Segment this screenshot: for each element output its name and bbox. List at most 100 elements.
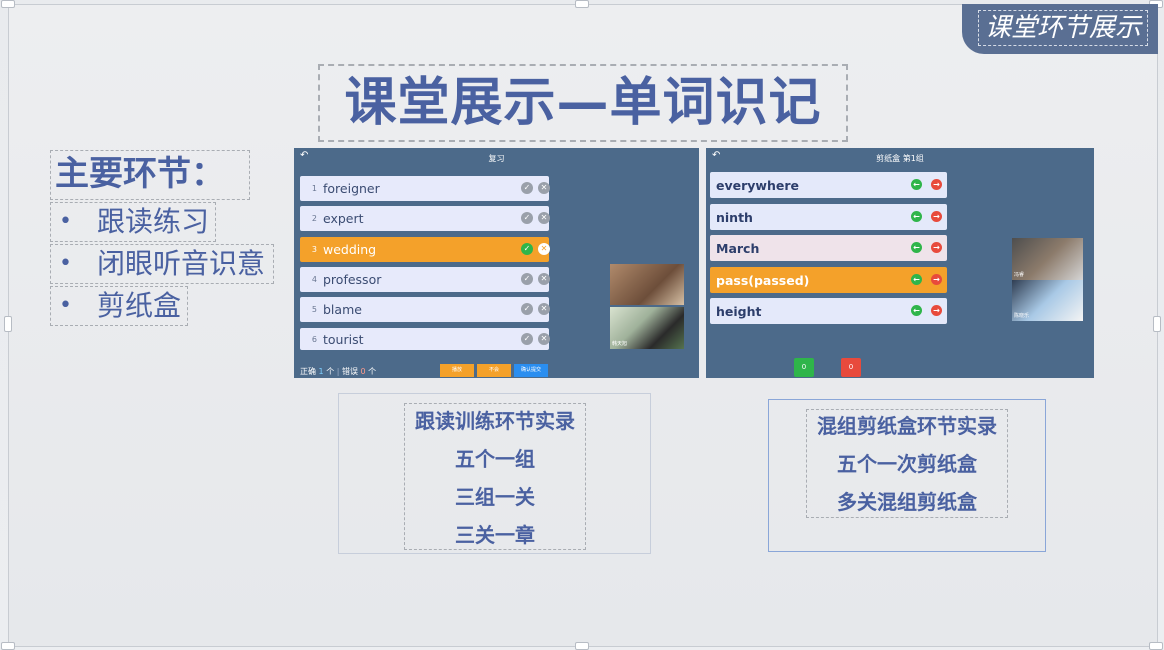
arrow-right-icon[interactable]: → — [931, 274, 942, 285]
arrow-right-icon[interactable]: → — [931, 242, 942, 253]
resize-handle-right[interactable] — [1153, 316, 1161, 332]
review-screenshot[interactable]: ↶ 复习 1 foreigner ✓ ✕ 2 expert ✓ ✕ 3 wedd… — [294, 148, 699, 378]
caption-line: 三关一章 — [455, 523, 535, 547]
bullet-text: 闭眼听音识意 — [97, 247, 266, 280]
resize-handle-bottom-right[interactable] — [1149, 642, 1163, 650]
section-tab-label[interactable]: 课堂环节展示 — [977, 10, 1148, 46]
bullet-item[interactable]: • 剪纸盒 — [50, 286, 188, 326]
row-word: professor — [323, 272, 382, 287]
green-counter[interactable]: 0 — [794, 358, 814, 377]
video-tile: 冯睿 — [1012, 238, 1083, 280]
word-row[interactable]: 4 professor ✓ ✕ — [300, 267, 550, 292]
close-icon[interactable]: ✕ — [538, 303, 550, 315]
caption-line: 五个一次剪纸盒 — [837, 452, 977, 476]
row-word: wedding — [323, 242, 377, 257]
check-icon[interactable]: ✓ — [521, 182, 533, 194]
bullet-dot: • — [59, 251, 72, 276]
main-heading[interactable]: 主要环节： — [50, 150, 250, 200]
resize-handle-top-left[interactable] — [1, 0, 15, 8]
word-row[interactable]: ninth ← → — [710, 204, 947, 230]
bullet-item[interactable]: • 闭眼听音识意 — [50, 244, 274, 284]
bullet-text: 剪纸盒 — [97, 289, 182, 322]
arrow-left-icon[interactable]: ← — [911, 242, 922, 253]
check-icon[interactable]: ✓ — [521, 303, 533, 315]
section-tab: 课堂环节展示 — [962, 4, 1158, 54]
caption-line: 五个一组 — [455, 447, 535, 471]
row-number: 1 — [311, 184, 317, 193]
row-number: 4 — [311, 275, 317, 284]
word-row[interactable]: 1 foreigner ✓ ✕ — [300, 176, 550, 201]
close-icon[interactable]: ✕ — [538, 273, 550, 285]
row-word: March — [716, 240, 760, 256]
video-name: 冯睿 — [1014, 272, 1025, 278]
row-number: 3 — [311, 245, 317, 254]
video-tile: 韩天旭 — [610, 307, 684, 349]
word-row[interactable]: height ← → — [710, 298, 947, 324]
row-word: blame — [323, 302, 362, 317]
red-counter[interactable]: 0 — [841, 358, 861, 377]
check-icon[interactable]: ✓ — [521, 243, 533, 255]
arrow-right-icon[interactable]: → — [931, 211, 942, 222]
paper-box-screenshot[interactable]: ↶ 剪纸盒 第1组 everywhere ← → ninth ← → March… — [706, 148, 1094, 378]
word-row[interactable]: 5 blame ✓ ✕ — [300, 297, 550, 322]
word-row-selected[interactable]: 3 wedding ✓ ✕ — [300, 237, 550, 262]
check-icon[interactable]: ✓ — [521, 212, 533, 224]
submit-button[interactable]: 确认提交 — [514, 364, 548, 377]
resize-handle-left[interactable] — [4, 316, 12, 332]
row-word: height — [716, 303, 762, 319]
caption-line: 三组一关 — [455, 485, 535, 509]
wrong-count: 0 — [360, 367, 366, 376]
unknown-button[interactable]: 不会 — [477, 364, 511, 377]
word-row-selected[interactable]: pass(passed) ← → — [710, 267, 947, 293]
bullet-text: 跟读练习 — [97, 205, 210, 238]
review-title: 复习 — [488, 154, 505, 163]
row-word: ninth — [716, 209, 753, 225]
close-icon[interactable]: ✕ — [538, 333, 550, 345]
video-tile: 陈晓乐 — [1012, 280, 1083, 321]
video-tile — [610, 264, 684, 305]
check-icon[interactable]: ✓ — [521, 333, 533, 345]
row-number: 2 — [311, 214, 317, 223]
arrow-left-icon[interactable]: ← — [911, 305, 922, 316]
score-line: 正确 1 个 | 错误 0 个 — [300, 367, 377, 376]
word-row[interactable]: March ← → — [710, 235, 947, 261]
caption-line: 跟读训练环节实录 — [415, 409, 575, 433]
arrow-right-icon[interactable]: → — [931, 179, 942, 190]
video-name: 陈晓乐 — [1014, 313, 1030, 319]
close-icon[interactable]: ✕ — [538, 212, 550, 224]
arrow-right-icon[interactable]: → — [931, 305, 942, 316]
bullet-dot: • — [59, 209, 72, 234]
caption-line: 混组剪纸盒环节实录 — [817, 414, 997, 438]
paper-box-title: 剪纸盒 第1组 — [876, 154, 924, 163]
video-name: 韩天旭 — [612, 341, 628, 347]
row-word: foreigner — [323, 181, 380, 196]
caption-text-right[interactable]: 混组剪纸盒环节实录 五个一次剪纸盒 多关混组剪纸盒 — [806, 409, 1008, 518]
row-word: everywhere — [716, 177, 799, 193]
resize-handle-bottom-center[interactable] — [575, 642, 589, 650]
caption-line: 多关混组剪纸盒 — [837, 490, 977, 514]
arrow-left-icon[interactable]: ← — [911, 274, 922, 285]
row-number: 5 — [311, 305, 317, 314]
row-word: pass(passed) — [716, 272, 810, 288]
close-icon[interactable]: ✕ — [538, 182, 550, 194]
caption-text-left[interactable]: 跟读训练环节实录 五个一组 三组一关 三关一章 — [404, 403, 586, 550]
correct-label: 正确 — [300, 367, 316, 376]
resize-handle-bottom-left[interactable] — [1, 642, 15, 650]
arrow-left-icon[interactable]: ← — [911, 179, 922, 190]
close-icon[interactable]: ✕ — [538, 243, 550, 255]
row-word: expert — [323, 211, 364, 226]
bullet-dot: • — [59, 293, 72, 318]
word-row[interactable]: everywhere ← → — [710, 172, 947, 198]
play-button[interactable]: 播放 — [440, 364, 474, 377]
check-icon[interactable]: ✓ — [521, 273, 533, 285]
bullet-item[interactable]: • 跟读练习 — [50, 202, 216, 242]
unit-label: 个 — [326, 367, 335, 376]
word-row[interactable]: 6 tourist ✓ ✕ — [300, 328, 550, 350]
correct-count: 1 — [318, 367, 324, 376]
arrow-left-icon[interactable]: ← — [911, 211, 922, 222]
resize-handle-top-center[interactable] — [575, 0, 589, 8]
unit-label: 个 — [368, 367, 377, 376]
row-word: tourist — [323, 331, 364, 347]
word-row[interactable]: 2 expert ✓ ✕ — [300, 206, 550, 231]
slide-title[interactable]: 课堂展示—单词识记 — [318, 64, 848, 142]
